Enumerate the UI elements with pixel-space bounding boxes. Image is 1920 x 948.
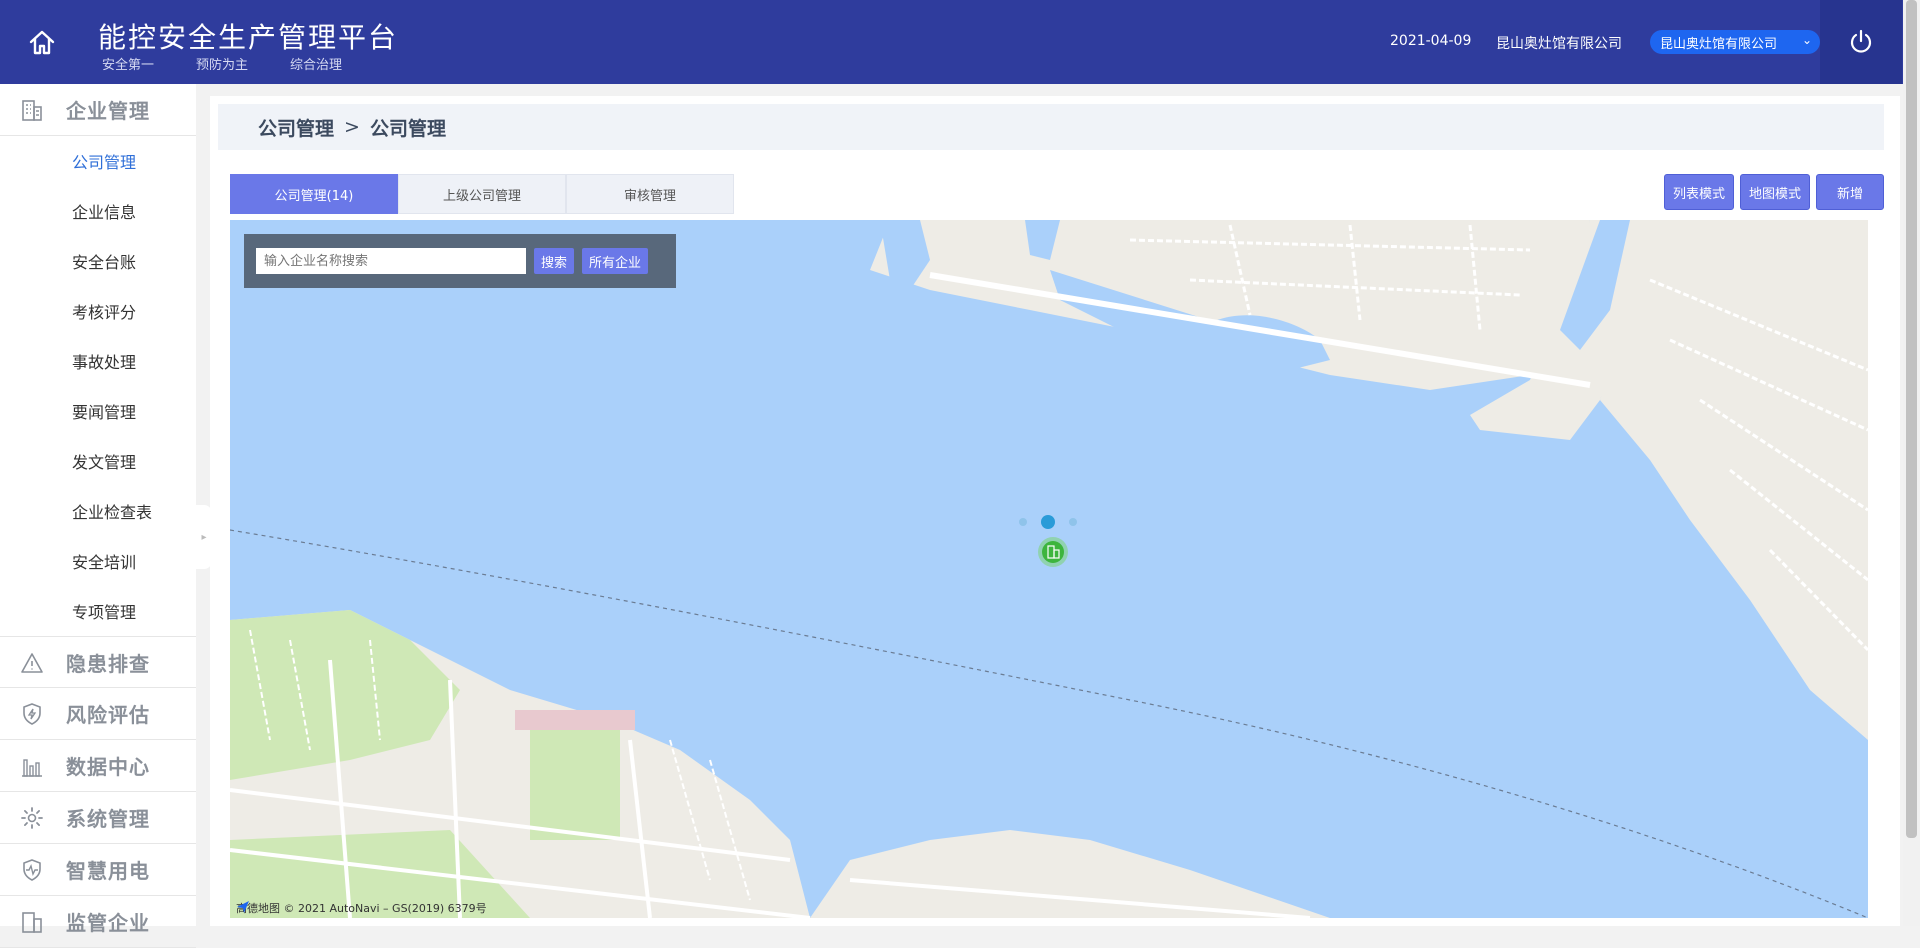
slogan-text: 预防为主 xyxy=(196,58,249,73)
chevron-down-icon: ⌄ xyxy=(1801,33,1812,47)
map-mode-button[interactable]: 地图模式 xyxy=(1739,174,1810,210)
main-panel: 公司管理 > 公司管理 公司管理(14) 上级公司管理 审核管理 列表模式 地图… xyxy=(210,96,1900,926)
map-search-panel: 搜索 所有企业 xyxy=(244,234,676,288)
slogan-text: 安全第一 xyxy=(102,58,155,73)
current-date: 2021-04-09 xyxy=(1390,33,1472,49)
map-canvas[interactable] xyxy=(230,220,1868,918)
sidebar-item-special[interactable]: 专项管理 xyxy=(0,586,196,636)
list-mode-button[interactable]: 列表模式 xyxy=(1663,174,1734,210)
current-company: 昆山奥灶馆有限公司 xyxy=(1496,36,1622,52)
tab-company-management[interactable]: 公司管理(14) xyxy=(230,174,398,214)
slogan-text: 综合治理 xyxy=(290,58,343,73)
section-label: 系统管理 xyxy=(66,807,150,831)
sidebar-item-news[interactable]: 要闻管理 xyxy=(0,386,196,436)
sidebar-item-checklist[interactable]: 企业检查表 xyxy=(0,486,196,536)
page-scrollbar[interactable] xyxy=(1903,0,1920,926)
park-area xyxy=(530,730,620,840)
loading-dot xyxy=(1069,518,1077,526)
sidebar: 企业管理 公司管理 企业信息 安全台账 考核评分 事故处理 要闻管理 发文管理 … xyxy=(0,84,196,948)
section-label: 监管企业 xyxy=(66,911,150,935)
home-button[interactable] xyxy=(0,0,84,84)
sidebar-item-enterprise-info[interactable]: 企业信息 xyxy=(0,186,196,236)
company-search-input[interactable] xyxy=(256,248,526,274)
tab-review[interactable]: 审核管理 xyxy=(566,174,734,214)
sidebar-section-hazard[interactable]: 隐患排查 xyxy=(0,636,196,688)
section-label: 企业管理 xyxy=(66,99,150,123)
sidebar-item-safety-ledger[interactable]: 安全台账 xyxy=(0,236,196,286)
navigation-arrow-icon xyxy=(237,901,249,913)
building-block xyxy=(515,710,635,730)
logout-button[interactable] xyxy=(1820,0,1902,84)
breadcrumb-separator: > xyxy=(344,116,360,138)
section-label: 数据中心 xyxy=(66,755,150,779)
action-buttons: 列表模式 地图模式 新增 xyxy=(1663,174,1884,210)
sidebar-item-training[interactable]: 安全培训 xyxy=(0,536,196,586)
section-label: 风险评估 xyxy=(66,703,150,727)
company-select[interactable]: 昆山奥灶馆有限公司 ⌄ xyxy=(1650,30,1820,54)
warning-icon xyxy=(21,653,43,673)
sidebar-item-assessment[interactable]: 考核评分 xyxy=(0,286,196,336)
map-attribution: 高德地图 © 2021 AutoNavi – GS(2019) 6379号 xyxy=(236,900,487,916)
sidebar-section-data[interactable]: 数据中心 xyxy=(0,740,196,792)
add-button[interactable]: 新增 xyxy=(1816,174,1884,210)
breadcrumb: 公司管理 > 公司管理 xyxy=(218,104,1884,150)
section-label: 智慧用电 xyxy=(66,859,150,883)
breadcrumb-item[interactable]: 公司管理 xyxy=(258,114,334,141)
slogans: 安全第一 预防为主 综合治理 xyxy=(102,54,342,73)
sidebar-section-risk[interactable]: 风险评估 xyxy=(0,688,196,740)
loading-dot xyxy=(1019,518,1027,526)
top-header: 能控安全生产管理平台 安全第一 预防为主 综合治理 2021-04-09 昆山奥… xyxy=(0,0,1920,84)
app-title: 能控安全生产管理平台 xyxy=(98,21,399,54)
attribution-text: 高德地图 © 2021 AutoNavi – GS(2019) 6379号 xyxy=(236,902,487,915)
search-button[interactable]: 搜索 xyxy=(534,248,575,274)
sidebar-item-documents[interactable]: 发文管理 xyxy=(0,436,196,486)
loading-dot xyxy=(1041,515,1055,529)
scrollbar-thumb[interactable] xyxy=(1906,0,1917,838)
building-icon xyxy=(22,100,42,121)
breadcrumb-current: 公司管理 xyxy=(369,117,446,140)
map-view[interactable]: 搜索 所有企业 高德地图 © 2021 AutoNavi – GS(2019) … xyxy=(230,220,1868,918)
land-area xyxy=(810,830,1330,918)
sidebar-section-smart-power[interactable]: 智慧用电 xyxy=(0,844,196,896)
land-area xyxy=(1600,280,1868,740)
company-marker xyxy=(1042,541,1064,563)
gear-icon xyxy=(21,807,43,829)
all-companies-button[interactable]: 所有企业 xyxy=(582,248,649,274)
building-icon xyxy=(22,912,42,933)
shield-bolt-icon xyxy=(23,703,41,725)
tab-bar: 公司管理(14) 上级公司管理 审核管理 xyxy=(230,174,734,214)
bar-chart-icon xyxy=(22,759,42,777)
sidebar-section-supervised[interactable]: 监管企业 xyxy=(0,896,196,948)
section-label: 隐患排查 xyxy=(66,651,150,676)
sidebar-section-system[interactable]: 系统管理 xyxy=(0,792,196,844)
tab-parent-company[interactable]: 上级公司管理 xyxy=(398,174,566,214)
sidebar-item-accident[interactable]: 事故处理 xyxy=(0,336,196,386)
company-select-value: 昆山奥灶馆有限公司 xyxy=(1660,36,1778,52)
power-icon xyxy=(1850,29,1872,53)
home-icon xyxy=(29,30,55,55)
sidebar-section-enterprise[interactable]: 企业管理 xyxy=(0,84,196,136)
sidebar-item-company[interactable]: 公司管理 xyxy=(0,136,196,186)
chevron-right-icon: ▸ xyxy=(201,531,207,543)
shield-pulse-icon xyxy=(23,859,41,881)
